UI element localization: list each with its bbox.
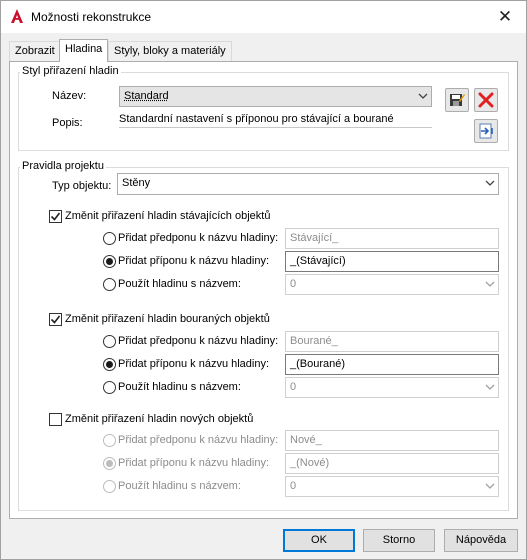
demolished-objects-label: Změnit přiřazení hladin bouraných objekt…	[65, 313, 270, 325]
chevron-down-icon	[485, 180, 495, 186]
demolished-suffix-radio[interactable]	[103, 358, 116, 371]
description-value: Standardní nastavení s příponou pro stáv…	[119, 113, 432, 128]
demolished-use-layer-value: 0	[290, 381, 297, 393]
description-label: Popis:	[52, 117, 83, 129]
autocad-logo-icon	[11, 9, 23, 23]
existing-suffix-value: _(Stávající)	[290, 255, 346, 267]
cancel-button[interactable]: Storno	[363, 529, 435, 552]
demolished-prefix-value: Bourané_	[290, 335, 338, 347]
new-suffix-label: Přidat příponu k názvu hladiny:	[118, 457, 270, 469]
chevron-down-icon	[485, 281, 495, 287]
help-button[interactable]: Nápověda	[444, 529, 518, 552]
demolished-suffix-value: _(Bourané)	[290, 358, 346, 370]
style-name-value: Standard	[124, 90, 169, 102]
save-style-button[interactable]	[445, 88, 469, 112]
demolished-use-layer-combo[interactable]: 0	[285, 377, 499, 398]
tab-zobrazit[interactable]: Zobrazit	[9, 41, 61, 61]
name-label: Název:	[52, 90, 87, 102]
import-export-button[interactable]	[474, 119, 498, 143]
existing-prefix-value: Stávající_	[290, 232, 339, 244]
chevron-down-icon	[485, 483, 495, 489]
demolished-use-layer-radio[interactable]	[103, 381, 116, 394]
delete-icon	[478, 92, 494, 108]
window-title: Možnosti rekonstrukce	[31, 10, 152, 24]
close-icon[interactable]: ✕	[484, 1, 526, 33]
existing-objects-label: Změnit přiřazení hladin stávajících obje…	[65, 210, 271, 222]
demolished-objects-checkbox[interactable]	[49, 313, 62, 326]
demolished-suffix-input[interactable]: _(Bourané)	[285, 354, 499, 375]
existing-prefix-label: Přidat předponu k názvu hladiny:	[118, 232, 279, 244]
project-rules-legend: Pravidla projektu	[20, 160, 106, 172]
new-objects-label: Změnit přiřazení hladin nových objektů	[65, 413, 254, 425]
existing-suffix-radio[interactable]	[103, 255, 116, 268]
object-type-value: Stěny	[122, 177, 151, 189]
tab-panel: Styl přiřazení hladin Název: Standard Po…	[9, 61, 518, 519]
chevron-down-icon	[418, 93, 428, 99]
tab-styly[interactable]: Styly, bloky a materiály	[108, 41, 232, 61]
existing-use-layer-label: Použít hladinu s názvem:	[118, 278, 241, 290]
existing-prefix-radio[interactable]	[103, 232, 116, 245]
object-type-combo[interactable]: Stěny	[117, 173, 499, 195]
new-prefix-radio[interactable]	[103, 434, 116, 447]
title-bar: Možnosti rekonstrukce ✕	[1, 1, 526, 33]
new-use-layer-combo[interactable]: 0	[285, 476, 499, 497]
layer-style-group	[18, 72, 509, 151]
new-suffix-input[interactable]: _(Nové)	[285, 453, 499, 474]
existing-objects-checkbox[interactable]	[49, 210, 62, 223]
checkmark-icon	[50, 315, 61, 324]
object-type-label: Typ objektu:	[52, 180, 112, 192]
layer-style-legend: Styl přiřazení hladin	[20, 65, 121, 77]
existing-use-layer-radio[interactable]	[103, 278, 116, 291]
new-use-layer-radio[interactable]	[103, 480, 116, 493]
existing-suffix-label: Přidat příponu k názvu hladiny:	[118, 255, 270, 267]
demolished-suffix-label: Přidat příponu k názvu hladiny:	[118, 358, 270, 370]
existing-use-layer-combo[interactable]: 0	[285, 274, 499, 295]
delete-style-button[interactable]	[474, 88, 498, 112]
existing-prefix-input[interactable]: Stávající_	[285, 228, 499, 249]
dialog-window: Možnosti rekonstrukce ✕ Zobrazit Hladina…	[0, 0, 527, 560]
demolished-prefix-label: Přidat předponu k názvu hladiny:	[118, 335, 279, 347]
new-use-layer-label: Použít hladinu s názvem:	[118, 480, 241, 492]
style-name-combo[interactable]: Standard	[119, 86, 432, 107]
tab-hladina[interactable]: Hladina	[59, 39, 109, 62]
new-objects-checkbox[interactable]	[49, 413, 62, 426]
demolished-prefix-input[interactable]: Bourané_	[285, 331, 499, 352]
import-export-icon	[479, 123, 493, 139]
new-prefix-input[interactable]: Nové_	[285, 430, 499, 451]
new-suffix-value: _(Nové)	[290, 457, 330, 469]
existing-suffix-input[interactable]: _(Stávající)	[285, 251, 499, 272]
existing-use-layer-value: 0	[290, 278, 297, 290]
demolished-prefix-radio[interactable]	[103, 335, 116, 348]
chevron-down-icon	[485, 384, 495, 390]
save-edit-icon	[450, 94, 465, 106]
new-prefix-value: Nové_	[290, 434, 322, 446]
demolished-use-layer-label: Použít hladinu s názvem:	[118, 381, 241, 393]
new-use-layer-value: 0	[290, 480, 297, 492]
new-suffix-radio[interactable]	[103, 457, 116, 470]
checkmark-icon	[50, 212, 61, 221]
new-prefix-label: Přidat předponu k názvu hladiny:	[118, 434, 279, 446]
ok-button[interactable]: OK	[283, 529, 355, 552]
